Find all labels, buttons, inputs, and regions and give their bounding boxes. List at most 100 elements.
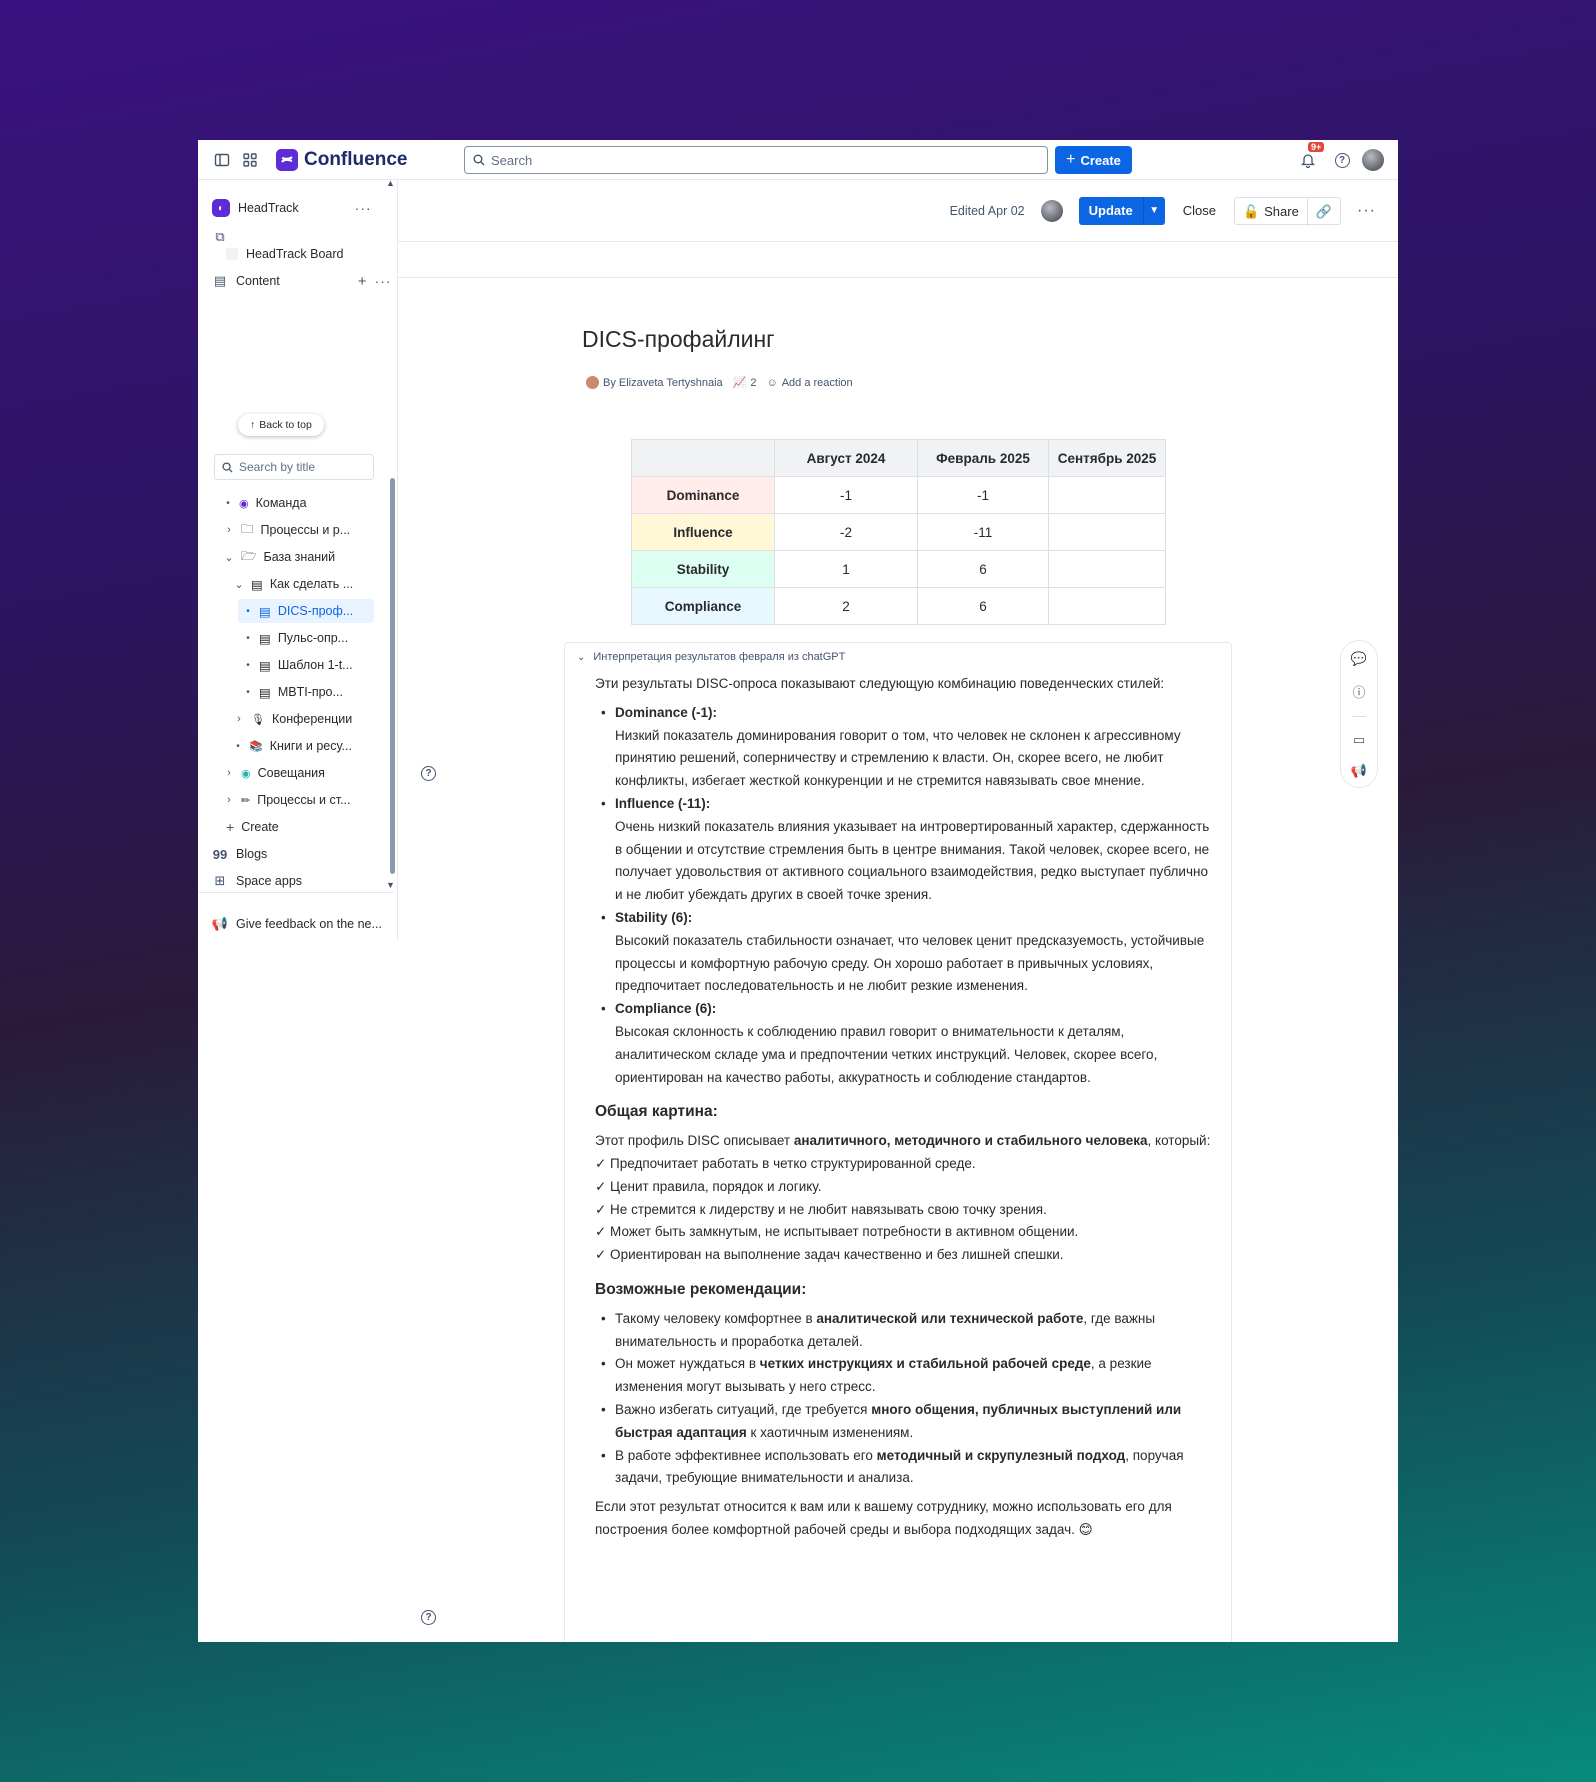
page-toolbar: Edited Apr 02 Update ▼ Close 🔓 Share 🔗 ·… xyxy=(398,180,1398,242)
table-row: Compliance 2 6 xyxy=(631,587,1166,625)
table-row-label: Compliance xyxy=(631,587,775,625)
info-icon[interactable]: ⓘ xyxy=(1352,682,1365,701)
update-button[interactable]: Update xyxy=(1078,196,1143,225)
space-header[interactable]: ◐ HeadTrack ··· xyxy=(212,196,372,220)
bullet-icon: • xyxy=(236,740,240,752)
author-avatar[interactable] xyxy=(586,376,599,389)
tree-label: Книги и ресу... xyxy=(269,739,352,753)
tree-item-knowledge-base[interactable]: ⌄ 🗁 База знаний xyxy=(224,545,335,569)
confluence-logo[interactable]: Confluence xyxy=(276,148,408,171)
sidebar-toggle-icon[interactable] xyxy=(208,146,236,174)
share-button[interactable]: 🔓 Share xyxy=(1235,197,1308,226)
user-avatar[interactable] xyxy=(1362,149,1384,171)
sidebar-item-space-apps[interactable]: ⊞ Space apps xyxy=(212,869,302,893)
app-switcher-icon[interactable] xyxy=(236,146,264,174)
view-count: 2 xyxy=(750,376,757,389)
collaborator-avatar[interactable] xyxy=(1040,199,1063,222)
video-icon[interactable]: ▭ xyxy=(1353,732,1365,748)
add-reaction-button[interactable]: ☺ Add a reaction xyxy=(766,377,852,389)
chevron-down-icon[interactable]: ▼ xyxy=(1142,196,1165,225)
comment-icon[interactable]: 💬 xyxy=(1351,651,1367,667)
page-icon: ▤ xyxy=(251,577,263,592)
chevron-down-icon[interactable]: ⌄ xyxy=(234,578,244,591)
table-cell: -1 xyxy=(774,476,918,514)
quote-icon: 99 xyxy=(212,846,228,862)
back-to-top-button[interactable]: ↑ Back to top xyxy=(238,414,324,436)
tree-item-conferences[interactable]: › 🎙 Конференции xyxy=(234,707,352,731)
chevron-right-icon[interactable]: › xyxy=(234,713,244,725)
sidebar-create-button[interactable]: + Create xyxy=(226,815,279,839)
add-content-icon[interactable]: + xyxy=(358,273,367,290)
content-label: Content xyxy=(236,274,280,288)
list-item: Compliance (6): Высокая склонность к соб… xyxy=(595,998,1215,1089)
tree-item-template[interactable]: • ▤ Шаблон 1-t... xyxy=(244,653,352,677)
feedback-button[interactable]: 📢 Give feedback on the ne... xyxy=(212,912,382,936)
chevron-down-icon: ⌄ xyxy=(577,651,586,663)
sidebar-item-content[interactable]: ▤ Content + ··· xyxy=(212,269,392,293)
style-text: Низкий показатель доминирования говорит … xyxy=(615,727,1181,789)
analytics-button[interactable]: 📈 2 xyxy=(732,376,757,390)
style-name: Compliance (6): xyxy=(615,1001,717,1017)
content-more-icon[interactable]: ··· xyxy=(375,273,392,289)
copy-link-icon[interactable]: 🔗 xyxy=(1308,198,1340,226)
search-by-title-placeholder: Search by title xyxy=(239,460,316,474)
sidebar-item-board[interactable]: HeadTrack Board xyxy=(226,242,344,266)
app-name: Confluence xyxy=(304,148,408,170)
help-icon[interactable]: ? xyxy=(421,1610,436,1625)
tree-item-books[interactable]: • 📚 Книги и ресу... xyxy=(234,734,352,758)
closing-text: Если этот результат относится к вам или … xyxy=(595,1499,1172,1537)
tree-item-pulse[interactable]: • ▤ Пульс-опр... xyxy=(244,626,348,650)
space-icon: ◉ xyxy=(241,767,251,780)
rec-text: Важно избегать ситуаций, где требуется xyxy=(615,1401,872,1417)
create-label: Create xyxy=(241,820,279,834)
space-more-icon[interactable]: ··· xyxy=(355,200,372,216)
chevron-right-icon[interactable]: › xyxy=(224,524,234,536)
confluence-logo-icon xyxy=(276,148,298,171)
tree-item-how-to[interactable]: ⌄ ▤ Как сделать ... xyxy=(234,572,353,596)
sidebar-item-blogs[interactable]: 99 Blogs xyxy=(212,842,268,866)
expand-title: Интерпретация результатов февраля из cha… xyxy=(593,651,846,663)
list-item: Influence (-11): Очень низкий показатель… xyxy=(595,793,1215,907)
tree-item-processes[interactable]: › 🗀 Процессы и р... xyxy=(224,518,350,542)
tree-item-team[interactable]: • ◉ Команда xyxy=(224,491,306,515)
rec-text: Он может нуждаться в xyxy=(615,1356,760,1372)
close-button[interactable]: Close xyxy=(1175,197,1224,225)
feedback-label: Give feedback on the ne... xyxy=(236,917,382,931)
help-icon[interactable]: ? xyxy=(421,766,436,781)
global-search-input[interactable]: Search xyxy=(464,146,1048,174)
notifications-button[interactable]: 9+ xyxy=(1294,142,1325,174)
check-item: ✓ Может быть замкнутым, не испытывает по… xyxy=(595,1224,1079,1240)
list-item: Такому человеку комфортнее в аналитическ… xyxy=(595,1308,1215,1354)
chevron-right-icon[interactable]: › xyxy=(224,767,234,779)
scroll-down-arrow-icon[interactable]: ▼ xyxy=(386,880,395,890)
chart-trend-icon: 📈 xyxy=(732,377,747,389)
tree-item-mbti[interactable]: • ▤ MBTI-про... xyxy=(244,680,343,704)
help-button[interactable]: ? xyxy=(1328,146,1356,174)
tree-item-processes-2[interactable]: › ✏ Процессы и ст... xyxy=(224,788,350,812)
chevron-right-icon[interactable]: › xyxy=(224,794,234,806)
list-item: Он может нуждаться в четких инструкциях … xyxy=(595,1353,1215,1399)
recommendations-heading: Возможные рекомендации: xyxy=(595,1280,807,1298)
more-actions-icon[interactable]: ··· xyxy=(1351,202,1382,220)
search-by-title-input[interactable]: Search by title xyxy=(214,454,374,480)
announcement-icon[interactable]: 📢 xyxy=(1351,763,1367,779)
create-button[interactable]: + Create xyxy=(1055,146,1132,174)
arrow-up-icon: ↑ xyxy=(250,419,256,431)
bullet-icon: • xyxy=(246,686,250,698)
help-icon: ? xyxy=(1334,152,1350,168)
tree-item-meetings[interactable]: › ◉ Совещания xyxy=(224,761,325,785)
author-name[interactable]: By Elizaveta Tertyshnaia xyxy=(603,377,723,389)
rail-divider xyxy=(1352,716,1366,717)
rec-bold: аналитической или технической работе xyxy=(816,1310,1084,1326)
chevron-down-icon[interactable]: ⌄ xyxy=(224,551,234,564)
tree-item-dics-selected[interactable]: • ▤ DICS-проф... xyxy=(238,599,374,623)
smiley-icon: ☺ xyxy=(766,376,778,389)
scroll-up-arrow-icon[interactable]: ▲ xyxy=(386,178,395,188)
check-item: ✓ Ценит правила, порядок и логику. xyxy=(595,1178,822,1194)
apps-icon: ⊞ xyxy=(214,873,226,888)
sidebar-scrollbar[interactable] xyxy=(390,478,395,874)
expand-toggle[interactable]: ⌄ Интерпретация результатов февраля из c… xyxy=(577,651,845,663)
tree-label: Пульс-опр... xyxy=(277,631,349,645)
list-item: Важно избегать ситуаций, где требуется м… xyxy=(595,1399,1215,1445)
lock-icon: 🔓 xyxy=(1242,203,1260,219)
